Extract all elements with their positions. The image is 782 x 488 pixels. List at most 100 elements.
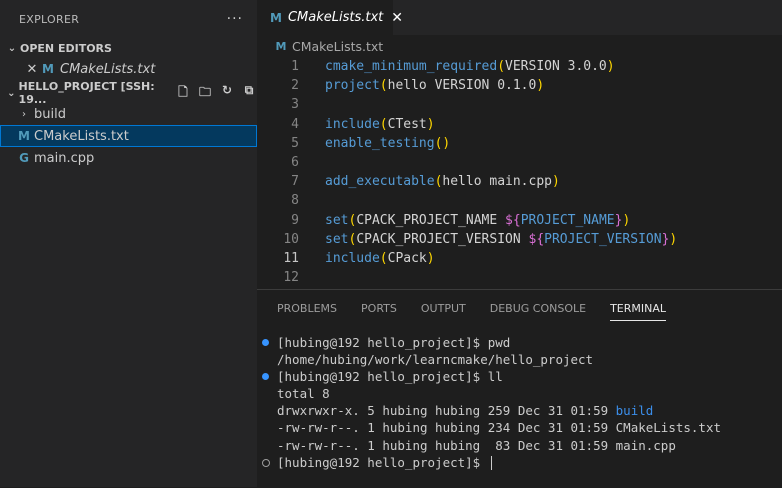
terminal-line: /home/hubing/work/learncmake/hello_proje… <box>257 351 782 368</box>
code-editor[interactable]: 1 cmake_minimum_required(VERSION 3.0.0) 2… <box>257 57 782 289</box>
open-editor-item[interactable]: ✕ M CMakeLists.txt <box>0 58 257 80</box>
code-token: set <box>325 231 349 247</box>
code-token: set <box>325 212 349 228</box>
tab-problems[interactable]: PROBLEMS <box>277 302 337 315</box>
terminal-text: [hubing@192 hello_project]$ <box>277 454 488 470</box>
line-number: 1 <box>291 59 299 74</box>
more-actions-icon[interactable]: ··· <box>227 11 243 27</box>
tree-item-build[interactable]: › build <box>0 103 257 125</box>
line-number: 12 <box>283 270 299 286</box>
code-line: 1 cmake_minimum_required(VERSION 3.0.0) <box>257 57 782 76</box>
new-folder-icon[interactable]: 🗀 <box>197 83 213 104</box>
explorer-title: EXPLORER <box>19 12 80 26</box>
terminal-text: drwxrwxr-x. 5 hubing hubing 259 Dec 31 0… <box>277 403 616 419</box>
tab-label: CMakeLists.txt <box>287 10 384 25</box>
close-tab-icon[interactable]: ✕ <box>391 10 403 26</box>
line-number: 9 <box>291 212 299 228</box>
code-line: 3 <box>257 95 782 114</box>
terminal-line: drwxrwxr-x. 5 hubing hubing 259 Dec 31 0… <box>257 402 782 419</box>
line-number: 4 <box>291 116 299 132</box>
code-token: cmake_minimum_required <box>325 59 498 74</box>
code-token: enable_testing <box>325 135 435 151</box>
terminal-line: total 8 <box>257 385 782 402</box>
tab-cmakelists[interactable]: M CMakeLists.txt ✕ <box>257 0 403 35</box>
line-number: 5 <box>291 135 299 151</box>
code-line: 8 <box>257 191 782 210</box>
command-success-icon[interactable] <box>262 373 269 381</box>
command-success-icon[interactable] <box>262 339 269 346</box>
explorer-sidebar: EXPLORER ··· ⌄ OPEN EDITORS ✕ M CMakeLis… <box>0 0 257 487</box>
code-token: hello main.cpp <box>442 174 552 190</box>
line-number: 10 <box>283 231 299 247</box>
code-line: 7 add_executable(hello main.cpp) <box>257 172 782 191</box>
close-icon[interactable]: ✕ <box>24 62 40 77</box>
terminal-dir-text: build <box>615 403 654 419</box>
code-token: CPACK_PROJECT_NAME <box>356 212 506 228</box>
project-section[interactable]: ⌄ HELLO_PROJECT [SSH: 19... 🗋 🗀 ↻ ⧉ <box>0 80 257 106</box>
terminal-line: -rw-rw-r--. 1 hubing hubing 83 Dec 31 01… <box>257 437 782 454</box>
terminal-line: [hubing@192 hello_project]$ <box>257 454 782 471</box>
terminal[interactable]: [hubing@192 hello_project]$ pwd /home/hu… <box>257 334 782 471</box>
code-token: add_executable <box>325 174 435 190</box>
code-line: 12 <box>257 268 782 287</box>
line-number: 6 <box>291 154 299 170</box>
code-token: include <box>325 116 380 132</box>
line-number: 3 <box>291 97 299 113</box>
editor-tab-bar: M CMakeLists.txt ✕ <box>257 0 782 35</box>
tree-item-label: CMakeLists.txt <box>34 128 129 144</box>
tab-ports[interactable]: PORTS <box>361 302 397 315</box>
chevron-right-icon: › <box>22 108 26 120</box>
panel-tabs: PROBLEMS PORTS OUTPUT DEBUG CONSOLE TERM… <box>257 290 782 326</box>
project-label: HELLO_PROJECT [SSH: 19... <box>18 80 155 106</box>
open-editor-filename: CMakeLists.txt <box>60 61 156 77</box>
tab-terminal[interactable]: TERMINAL <box>610 296 666 321</box>
cpp-file-icon: G <box>19 151 29 165</box>
project-actions: 🗋 🗀 ↻ ⧉ <box>175 83 257 104</box>
terminal-line: -rw-rw-r--. 1 hubing hubing 234 Dec 31 0… <box>257 419 782 436</box>
tree-item-label: build <box>34 106 66 122</box>
code-token: include <box>325 250 380 266</box>
code-token: CPACK_PROJECT_VERSION <box>356 231 529 247</box>
chevron-down-icon[interactable]: ⌄ <box>4 88 19 99</box>
open-editors-label: OPEN EDITORS <box>20 41 112 55</box>
terminal-text: -rw-rw-r--. 1 hubing hubing 234 Dec 31 0… <box>277 420 722 436</box>
cmake-file-icon: M <box>270 10 282 25</box>
explorer-header: EXPLORER ··· <box>0 0 257 38</box>
tab-output[interactable]: OUTPUT <box>421 302 466 315</box>
cmake-file-icon: M <box>275 39 287 53</box>
tree-item-cmakelists[interactable]: M CMakeLists.txt <box>0 125 257 147</box>
line-number: 7 <box>291 174 299 190</box>
terminal-line: [hubing@192 hello_project]$ ll <box>257 368 782 385</box>
chevron-down-icon[interactable]: ⌄ <box>4 43 20 54</box>
open-editors-section[interactable]: ⌄ OPEN EDITORS <box>0 38 257 58</box>
tree-item-main-cpp[interactable]: G main.cpp <box>0 147 257 169</box>
cmake-file-icon: M <box>18 129 30 143</box>
code-token: VERSION 3.0.0 <box>505 59 607 74</box>
terminal-line: [hubing@192 hello_project]$ pwd <box>257 334 782 351</box>
collapse-all-icon[interactable]: ⧉ <box>241 83 257 104</box>
code-token: CPack <box>387 250 427 266</box>
code-token: PROJECT_NAME <box>520 212 615 228</box>
code-line: 2 project(hello VERSION 0.1.0) <box>257 76 782 95</box>
code-line: 11 include(CPack) <box>257 249 782 268</box>
terminal-text: [hubing@192 hello_project]$ pwd <box>277 335 511 350</box>
code-token: hello VERSION 0.1.0 <box>387 78 537 94</box>
terminal-text: -rw-rw-r--. 1 hubing hubing 83 Dec 31 01… <box>277 437 676 453</box>
code-line: 4 include(CTest) <box>257 115 782 134</box>
refresh-icon[interactable]: ↻ <box>219 83 235 104</box>
new-file-icon[interactable]: 🗋 <box>175 83 191 104</box>
terminal-text: [hubing@192 hello_project]$ ll <box>277 369 503 385</box>
line-number: 8 <box>291 193 299 209</box>
terminal-text: total 8 <box>277 386 330 402</box>
code-line: 6 <box>257 153 782 172</box>
terminal-text: /home/hubing/work/learncmake/hello_proje… <box>277 352 594 368</box>
breadcrumb[interactable]: M CMakeLists.txt <box>257 35 384 57</box>
tab-debug-console[interactable]: DEBUG CONSOLE <box>490 302 586 315</box>
tree-item-label: main.cpp <box>34 150 95 166</box>
command-pending-icon <box>262 458 270 467</box>
code-token: project <box>325 78 380 94</box>
code-line: 5 enable_testing() <box>257 134 782 153</box>
code-token: PROJECT_VERSION <box>544 231 662 247</box>
cmake-file-icon: M <box>42 62 54 76</box>
code-line: 9 set(CPACK_PROJECT_NAME ${PROJECT_NAME}) <box>257 211 782 230</box>
